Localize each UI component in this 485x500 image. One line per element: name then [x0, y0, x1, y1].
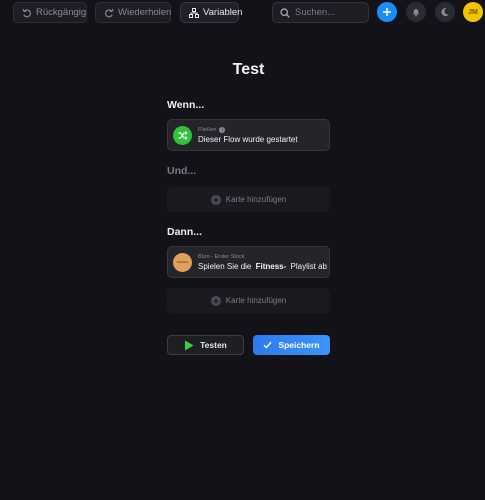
variables-button[interactable]: Variablen: [180, 2, 243, 23]
action-card-source: Büro - Erster Stock: [198, 253, 245, 260]
when-section-label: Wenn...: [167, 99, 205, 111]
add-condition-card-button[interactable]: Karte hinzufügen: [167, 187, 330, 212]
redo-icon: [105, 8, 114, 17]
test-button[interactable]: Testen: [167, 335, 244, 355]
trigger-card-text: Dieser Flow wurde gestartet: [198, 134, 298, 144]
search-icon: [280, 7, 290, 18]
undo-label: Rückgängig: [36, 7, 87, 18]
then-section-label: Dann...: [167, 226, 203, 238]
action-card-text-bold: Fitness-: [255, 261, 287, 271]
test-button-label: Testen: [200, 340, 227, 350]
redo-button[interactable]: Wiederholen: [95, 2, 171, 23]
save-button[interactable]: Speichern: [253, 335, 330, 355]
undo-icon: [22, 8, 31, 17]
speaker-icon: SONOS: [173, 252, 192, 272]
hierarchy-icon: [189, 7, 199, 18]
action-card-text-pre: Spielen Sie die: [198, 261, 252, 271]
top-toolbar: Rückgängig Wiederholen Variablen Suchen.…: [0, 0, 485, 24]
plus-circle-icon: [210, 194, 221, 205]
moon-icon: [441, 8, 449, 17]
action-card-text: Spielen Sie die Fitness- Playlist ab: [198, 262, 327, 271]
variables-label: Variablen: [203, 7, 243, 18]
redo-label: Wiederholen: [118, 7, 172, 18]
action-card[interactable]: SONOS Büro - Erster Stock Spielen Sie di…: [167, 246, 330, 278]
add-button[interactable]: [377, 2, 397, 22]
page-title: Test: [232, 61, 265, 78]
avatar-initials: JM: [468, 8, 478, 16]
play-icon: [185, 340, 194, 350]
trigger-card[interactable]: Fließen i Dieser Flow wurde gestartet: [167, 119, 330, 151]
search-placeholder: Suchen...: [295, 7, 336, 18]
notifications-button[interactable]: [406, 2, 426, 22]
plus-icon: [383, 8, 391, 16]
plus-circle-icon: [210, 295, 221, 306]
add-condition-card-label: Karte hinzufügen: [225, 195, 287, 204]
user-avatar[interactable]: JM: [463, 2, 483, 22]
and-section-label: Und...: [167, 165, 197, 177]
speaker-icon-caption: SONOS: [176, 260, 189, 264]
info-icon[interactable]: i: [219, 126, 226, 133]
trigger-card-source: Fließen: [198, 126, 217, 133]
theme-toggle[interactable]: [435, 2, 455, 22]
add-action-card-button[interactable]: Karte hinzufügen: [167, 288, 330, 313]
undo-button[interactable]: Rückgängig: [13, 2, 87, 23]
save-button-label: Speichern: [278, 340, 320, 350]
shuffle-icon: [173, 125, 192, 145]
add-action-card-label: Karte hinzufügen: [225, 296, 287, 305]
search-input[interactable]: Suchen...: [272, 2, 369, 23]
check-icon: [263, 341, 272, 349]
bell-icon: [413, 9, 419, 17]
action-card-text-post: Playlist ab: [290, 261, 327, 271]
